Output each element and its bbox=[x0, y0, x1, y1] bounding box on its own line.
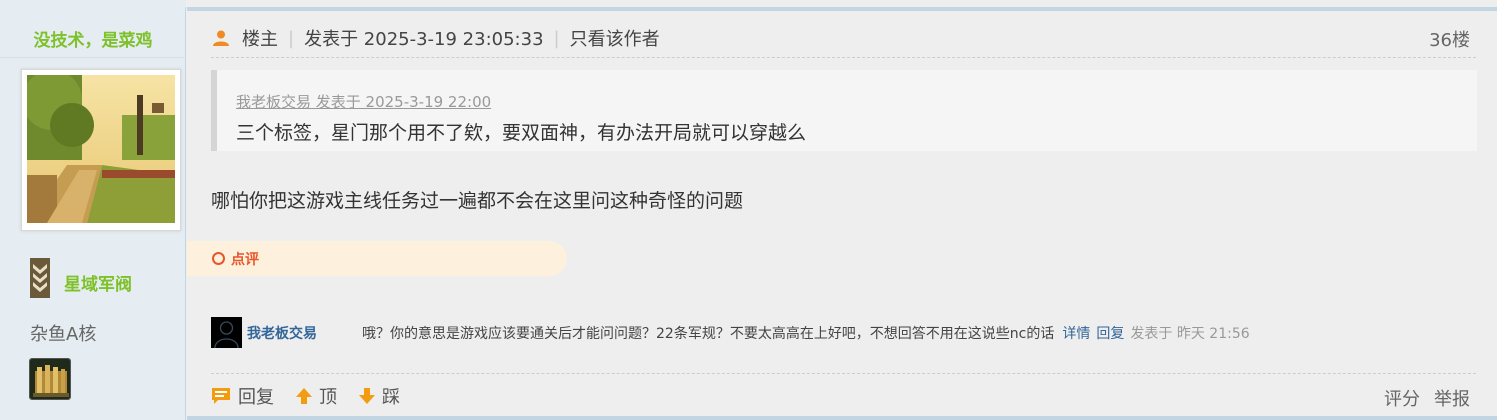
reply-button[interactable]: 回复 bbox=[211, 383, 274, 409]
comment-reply-link[interactable]: 回复 bbox=[1096, 323, 1124, 343]
person-icon bbox=[213, 30, 229, 46]
header-divider bbox=[211, 57, 1476, 58]
arrow-up-icon bbox=[296, 388, 312, 404]
avatar-image[interactable] bbox=[27, 75, 175, 223]
comment-circle-icon bbox=[212, 252, 225, 265]
rate-link[interactable]: 评分 bbox=[1384, 385, 1420, 411]
downvote-button[interactable]: 踩 bbox=[359, 383, 400, 409]
footer-divider bbox=[211, 373, 1476, 374]
comment-time: 发表于 昨天 21:56 bbox=[1130, 325, 1250, 342]
user-sidebar: 没技术，是菜鸡 星域军阀 杂鱼A核 bbox=[0, 0, 186, 420]
quote-block: 我老板交易 发表于 2025-3-19 22:00 三个标签，星门那个用不了欸，… bbox=[211, 70, 1477, 151]
user-group[interactable]: 星域军阀 bbox=[64, 270, 132, 295]
author-avatar[interactable] bbox=[21, 69, 181, 231]
medal-badge[interactable] bbox=[29, 358, 71, 400]
post-main: 楼主 | 发表于 2025-3-19 23:05:33 | 只看该作者 36楼 … bbox=[187, 0, 1497, 420]
post-body: 哪怕你把这游戏主线任务过一遍都不会在这里问这种奇怪的问题 bbox=[211, 190, 744, 212]
upvote-label: 顶 bbox=[319, 387, 337, 408]
post-right-actions: 评分 举报 bbox=[1384, 385, 1470, 411]
downvote-label: 踩 bbox=[382, 387, 400, 408]
sidebar-topline bbox=[0, 0, 186, 7]
upvote-button[interactable]: 顶 bbox=[296, 383, 337, 409]
quote-text: 三个标签，星门那个用不了欸，要双面神，有办法开局就可以穿越么 bbox=[236, 122, 807, 144]
separator: | bbox=[288, 27, 295, 49]
user-rank: 杂鱼A核 bbox=[30, 324, 97, 345]
sidebar-divider bbox=[0, 57, 186, 58]
comment-avatar[interactable] bbox=[211, 317, 242, 349]
comment-tab[interactable]: 点评 bbox=[187, 241, 567, 276]
arrow-down-icon bbox=[359, 388, 375, 404]
post-time: 发表于 2025-3-19 23:05:33 bbox=[304, 29, 544, 50]
only-author-link[interactable]: 只看该作者 bbox=[570, 25, 660, 51]
reply-icon bbox=[212, 388, 230, 404]
floor-number[interactable]: 36楼 bbox=[1429, 26, 1470, 52]
author-username[interactable]: 没技术，是菜鸡 bbox=[0, 26, 186, 51]
reply-label: 回复 bbox=[238, 387, 274, 408]
post-header: 楼主 | 发表于 2025-3-19 23:05:33 | 只看该作者 bbox=[212, 26, 660, 50]
quote-author-link[interactable]: 我老板交易 发表于 2025-3-19 22:00 bbox=[236, 91, 491, 112]
post-bottombar bbox=[187, 416, 1497, 420]
separator: | bbox=[553, 27, 560, 49]
comment-label: 点评 bbox=[231, 251, 259, 268]
comment-row: 我老板交易 哦？你的意思是游戏应该要通关后才能问问题？22条军规？不要太高高在上… bbox=[211, 317, 1476, 349]
comment-text: 哦？你的意思是游戏应该要通关后才能问问题？22条军规？不要太高高在上好吧，不想回… bbox=[362, 325, 1055, 342]
post-actions: 回复 顶 踩 bbox=[211, 383, 422, 409]
comment-detail-link[interactable]: 详情 bbox=[1062, 323, 1090, 343]
comment-username[interactable]: 我老板交易 bbox=[247, 323, 362, 343]
report-link[interactable]: 举报 bbox=[1434, 385, 1470, 411]
group-rank-icon bbox=[30, 258, 50, 298]
post-role: 楼主 bbox=[242, 29, 278, 50]
post-topbar bbox=[187, 7, 1497, 11]
